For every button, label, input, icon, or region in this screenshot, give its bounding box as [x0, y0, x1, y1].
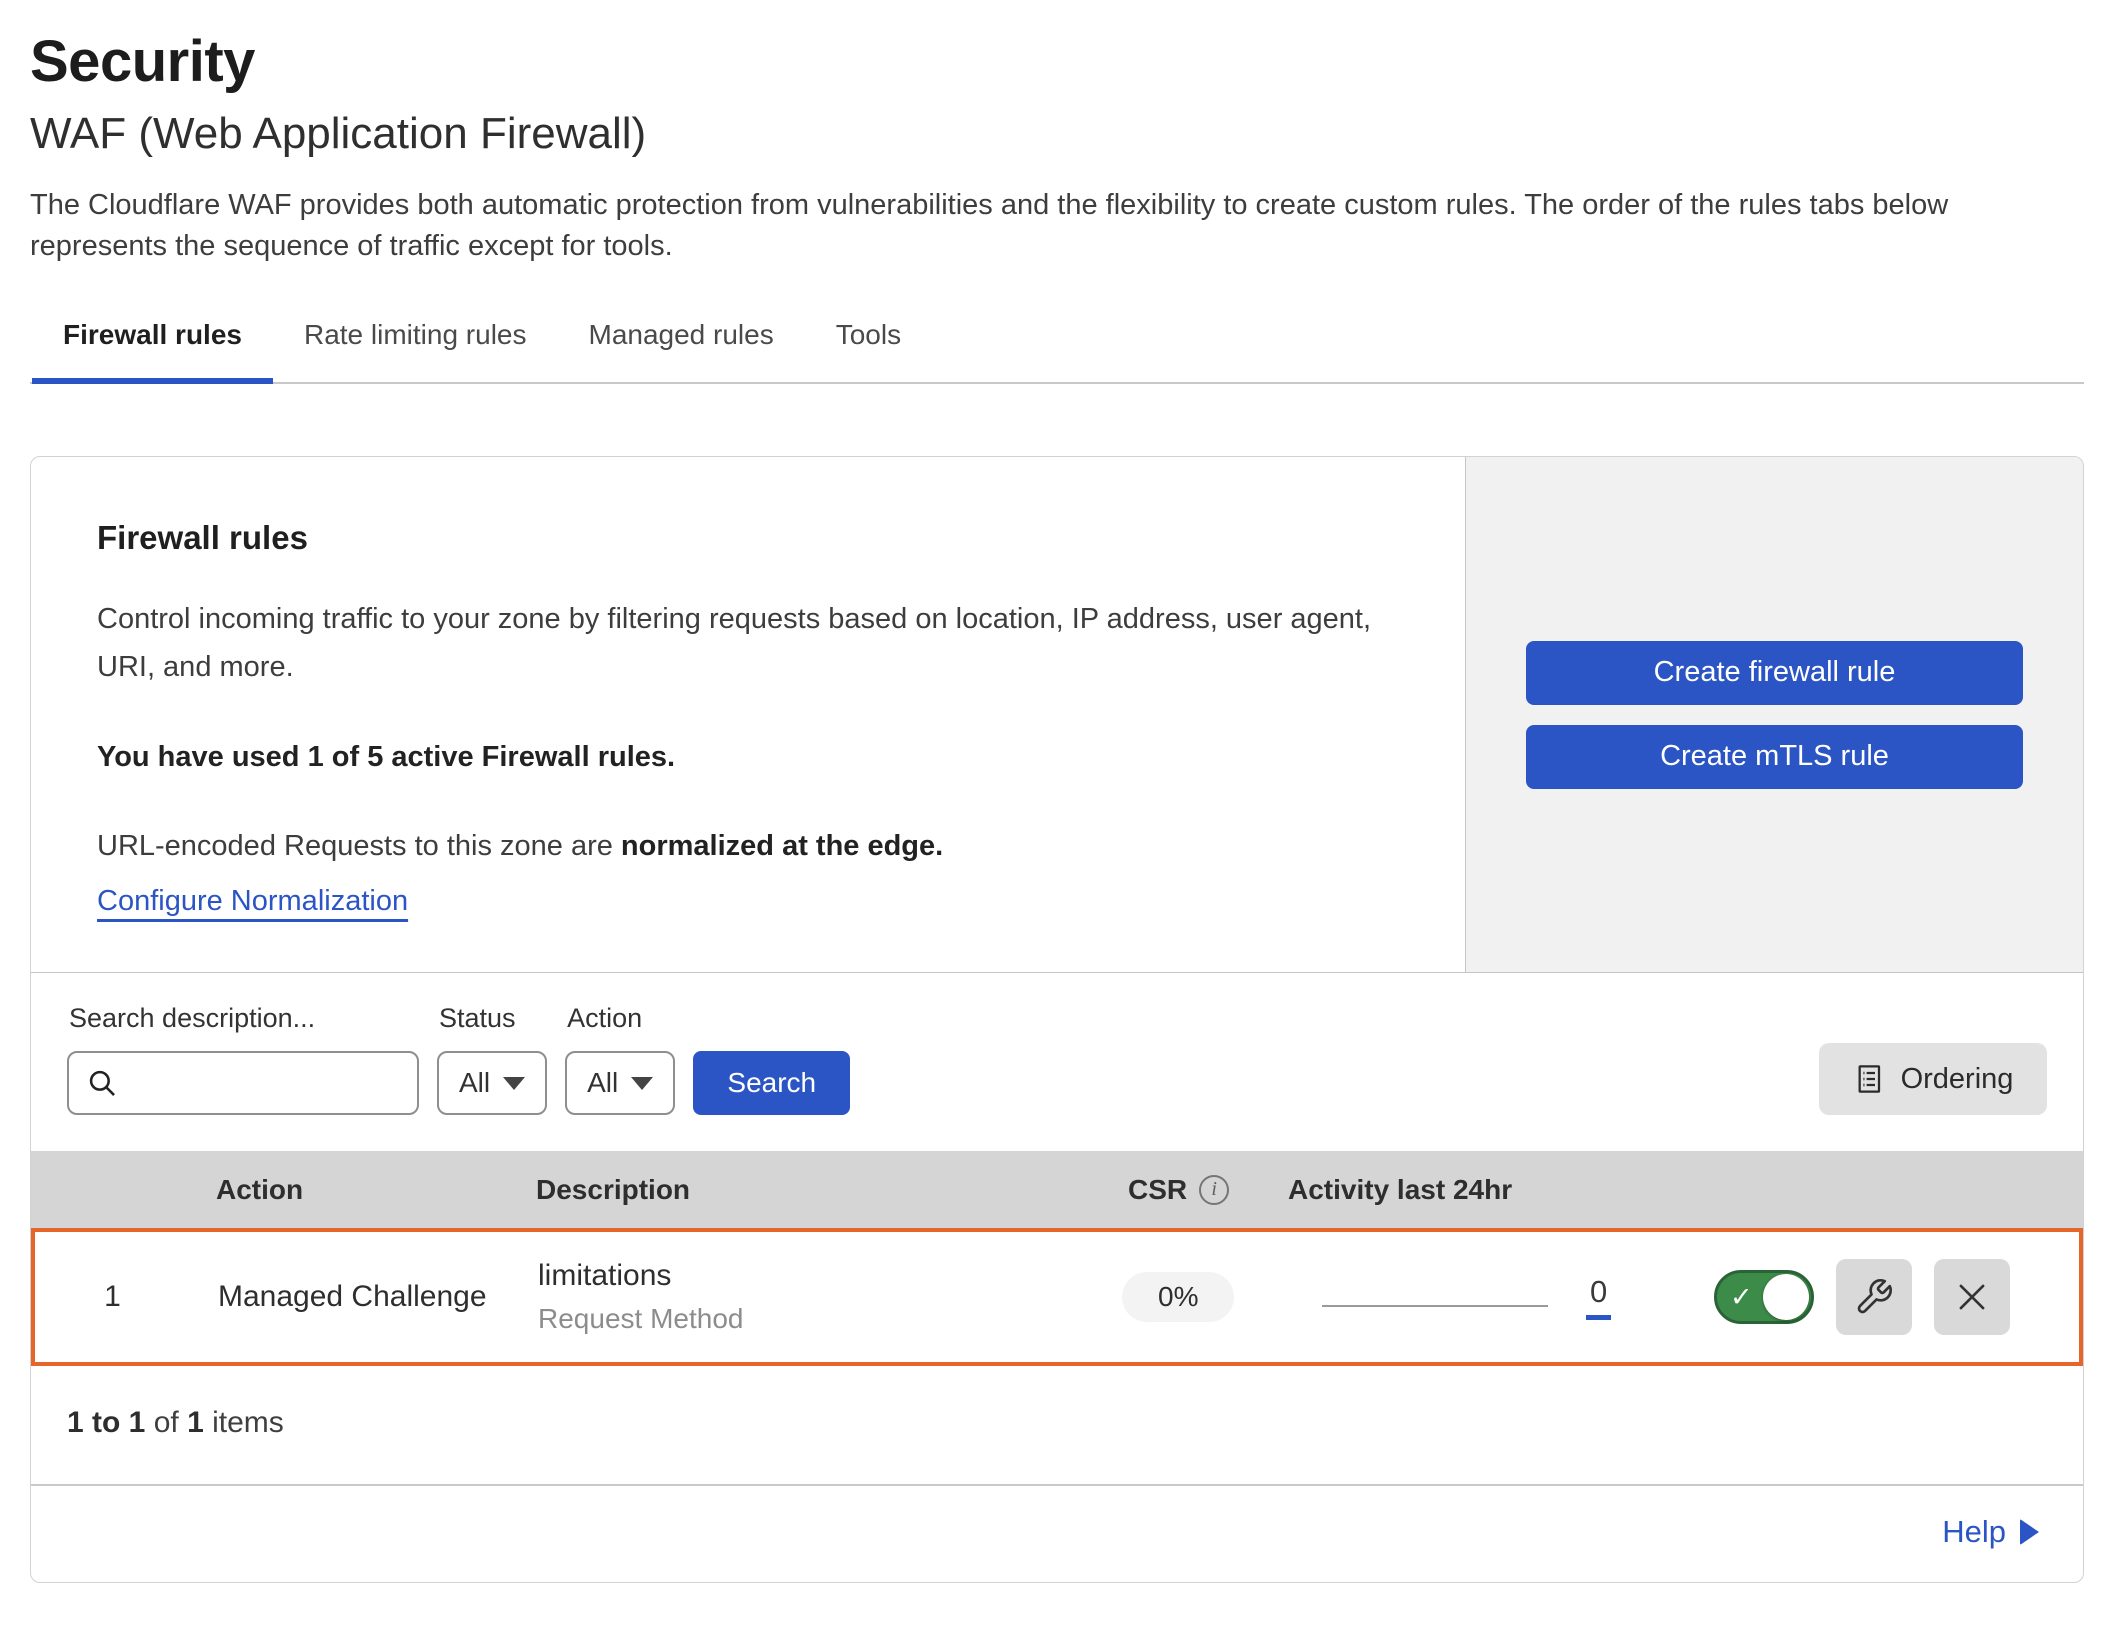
items-count: 1 to 1 of 1 items: [31, 1366, 2083, 1484]
chevron-down-icon: [631, 1077, 653, 1090]
firewall-rules-card: Firewall rules Control incoming traffic …: [30, 456, 2084, 1583]
csr-badge: 0%: [1122, 1272, 1234, 1322]
ordering-button[interactable]: Ordering: [1819, 1043, 2047, 1115]
create-firewall-rule-button[interactable]: Create firewall rule: [1526, 641, 2023, 705]
action-dropdown-value: All: [587, 1067, 618, 1099]
rule-controls-cell: ✓: [1714, 1259, 2079, 1335]
edit-rule-button[interactable]: [1836, 1259, 1912, 1335]
info-icon[interactable]: i: [1199, 1175, 1229, 1205]
card-intro-section: Firewall rules Control incoming traffic …: [31, 457, 2083, 973]
list-icon: [1853, 1063, 1885, 1095]
search-button[interactable]: Search: [693, 1051, 850, 1115]
action-filter-group: Action All: [565, 1003, 675, 1115]
tab-managed-rules[interactable]: Managed rules: [558, 309, 805, 384]
items-count-suffix: items: [204, 1406, 284, 1439]
actions-panel: Create firewall rule Create mTLS rule: [1465, 457, 2083, 972]
status-filter-group: Status All: [437, 1003, 547, 1115]
panel-description: Control incoming traffic to your zone by…: [97, 595, 1405, 691]
normalization-note-text: URL-encoded Requests to this zone are: [97, 830, 621, 862]
rule-activity-cell: 0: [1284, 1275, 1714, 1320]
column-header-action: Action: [186, 1174, 516, 1206]
status-dropdown-value: All: [459, 1067, 490, 1099]
rule-enabled-toggle[interactable]: ✓: [1714, 1270, 1814, 1324]
items-count-total: 1: [187, 1406, 204, 1439]
check-icon: ✓: [1730, 1282, 1753, 1313]
normalization-note: URL-encoded Requests to this zone are no…: [97, 830, 1405, 863]
search-filter-group: Search description...: [67, 1003, 419, 1115]
action-label: Action: [567, 1003, 675, 1034]
tab-rate-limiting-rules[interactable]: Rate limiting rules: [273, 309, 558, 384]
search-label: Search description...: [69, 1003, 419, 1034]
activity-sparkline: [1322, 1305, 1548, 1307]
items-count-range: 1 to 1: [67, 1406, 145, 1439]
column-header-activity: Activity last 24hr: [1288, 1174, 1718, 1206]
filter-toolbar: Search description... Status All Action: [31, 973, 2083, 1151]
search-icon: [85, 1066, 119, 1100]
normalization-note-bold: normalized at the edge.: [621, 830, 943, 862]
help-link[interactable]: Help: [1942, 1514, 2039, 1550]
action-dropdown[interactable]: All: [565, 1051, 675, 1115]
arrow-right-icon: [2020, 1519, 2039, 1545]
intro-text-column: Firewall rules Control incoming traffic …: [31, 457, 1465, 972]
delete-rule-button[interactable]: [1934, 1259, 2010, 1335]
table-row: 1 Managed Challenge limitations Request …: [31, 1228, 2083, 1366]
panel-heading: Firewall rules: [97, 519, 1405, 557]
page-subtitle: WAF (Web Application Firewall): [30, 109, 2084, 159]
usage-summary: You have used 1 of 5 active Firewall rul…: [97, 741, 1405, 774]
wrench-icon: [1854, 1277, 1894, 1317]
page-description: The Cloudflare WAF provides both automat…: [30, 185, 2084, 267]
status-label: Status: [439, 1003, 547, 1034]
create-mtls-rule-button[interactable]: Create mTLS rule: [1526, 725, 2023, 789]
rules-table-header: Action Description CSR i Activity last 2…: [31, 1151, 2083, 1228]
activity-count-link[interactable]: 0: [1586, 1275, 1611, 1320]
rule-csr-cell: 0%: [1104, 1272, 1284, 1322]
status-dropdown[interactable]: All: [437, 1051, 547, 1115]
column-header-description: Description: [516, 1174, 1108, 1206]
tab-firewall-rules[interactable]: Firewall rules: [32, 309, 273, 384]
waf-tab-bar: Firewall rules Rate limiting rules Manag…: [30, 309, 2084, 384]
help-link-label: Help: [1942, 1514, 2006, 1550]
rule-expression: Request Method: [538, 1303, 1104, 1335]
toggle-knob: [1763, 1274, 1809, 1320]
ordering-button-label: Ordering: [1901, 1063, 2014, 1096]
column-header-csr-label: CSR: [1128, 1174, 1187, 1206]
search-box[interactable]: [67, 1051, 419, 1115]
rule-description-cell: limitations Request Method: [520, 1259, 1104, 1335]
chevron-down-icon: [503, 1077, 525, 1090]
search-input[interactable]: [131, 1068, 485, 1099]
page-title: Security: [30, 28, 2084, 95]
rule-action: Managed Challenge: [190, 1280, 520, 1314]
tab-tools[interactable]: Tools: [805, 309, 932, 384]
rule-description[interactable]: limitations: [538, 1259, 1104, 1293]
configure-normalization-link[interactable]: Configure Normalization: [97, 885, 408, 917]
items-count-of: of: [145, 1406, 187, 1439]
column-header-csr: CSR i: [1108, 1174, 1288, 1206]
rule-priority: 1: [35, 1280, 190, 1314]
close-icon: [1953, 1278, 1991, 1316]
help-row: Help: [31, 1484, 2083, 1582]
